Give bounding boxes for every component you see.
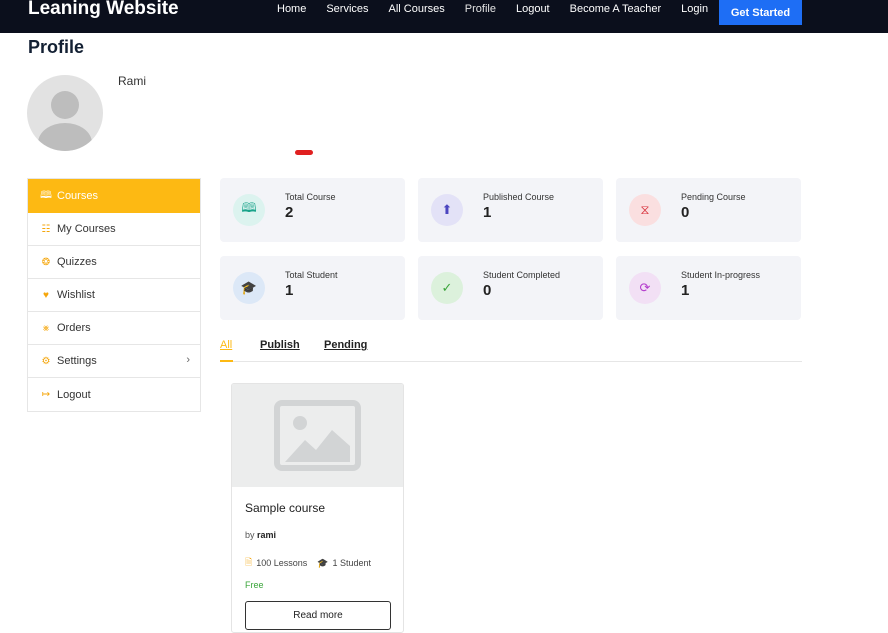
stat-card-published-course: ⬆ Published Course 1 [418,178,603,242]
sidebar-item-label: Quizzes [57,256,97,268]
sidebar-item-label: Orders [57,322,91,334]
stat-value: 0 [681,204,690,221]
course-tabs: All Publish Pending [220,339,802,362]
sidebar-item-courses[interactable]: 🕮 Courses [28,179,200,213]
red-indicator [295,150,313,155]
chevron-right-icon: › [186,354,190,366]
profile-sidebar: 🕮 Courses ☷ My Courses ❂ Quizzes ♥ Wishl… [27,178,201,412]
sidebar-item-settings[interactable]: ⚙ Settings › [28,345,200,378]
gear-icon: ⚙ [41,355,51,367]
sidebar-item-my-courses[interactable]: ☷ My Courses [28,213,200,246]
tab-pending[interactable]: Pending [324,339,367,351]
stat-card-student-in-progress: ⟳ Student In-progress 1 [616,256,801,320]
nav-login[interactable]: Login [681,3,708,15]
sidebar-item-logout[interactable]: ↦ Logout [28,378,200,411]
stat-label: Total Course [285,192,336,202]
sidebar-item-wishlist[interactable]: ♥ Wishlist [28,279,200,312]
stat-label: Student Completed [483,270,561,280]
sidebar-item-label: Courses [57,190,98,202]
progress-icon: ⟳ [629,272,661,304]
page-title: Profile [28,37,85,57]
nav-all-courses[interactable]: All Courses [389,3,445,15]
site-brand[interactable]: Leaning Website [28,0,179,20]
stat-label: Total Student [285,270,338,280]
stat-card-pending-course: ⧖ Pending Course 0 [616,178,801,242]
publish-icon: ⬆ [431,194,463,226]
nav-logout[interactable]: Logout [516,3,550,15]
nav-profile[interactable]: Profile [465,3,496,15]
nav-services[interactable]: Services [326,3,368,15]
image-placeholder-icon [274,400,361,471]
sidebar-item-label: Logout [57,388,91,401]
author-prefix: by [245,530,255,540]
students-icon: 🎓 [317,557,329,568]
completed-icon: ✓ [431,272,463,304]
top-navbar: Leaning Website Home Services All Course… [0,0,888,33]
stat-value: 0 [483,282,492,299]
stat-card-total-course: 🕮 Total Course 2 [220,178,405,242]
author-name[interactable]: rami [257,530,276,540]
avatar [27,75,103,151]
lessons-icon: 🗎 [245,557,253,567]
logout-icon: ↦ [41,389,51,400]
stat-value: 1 [285,282,294,299]
cart-icon: ⨳ [42,322,50,334]
stat-card-student-completed: ✓ Student Completed 0 [418,256,603,320]
students-count: 1 Student [332,558,372,568]
nav-become-teacher[interactable]: Become A Teacher [570,3,662,15]
stat-label: Pending Course [681,192,746,202]
nav-home[interactable]: Home [277,3,306,15]
get-started-button[interactable]: Get Started [719,0,802,25]
sidebar-item-label: My Courses [57,223,116,235]
graduation-cap-icon: 🎓 [233,272,265,304]
sidebar-item-label: Wishlist [57,289,95,301]
avatar-body [38,123,92,151]
course-thumbnail [232,384,403,487]
course-card[interactable]: Sample course by rami 🗎 100 Lessons 🎓 1 … [231,383,404,633]
pending-icon: ⧖ [629,194,661,226]
sidebar-item-label: Settings [57,355,97,367]
tab-publish[interactable]: Publish [260,339,300,351]
sidebar-item-quizzes[interactable]: ❂ Quizzes [28,246,200,279]
stat-label: Student In-progress [681,270,761,280]
tab-all[interactable]: All [220,339,232,351]
course-meta: 🗎 100 Lessons 🎓 1 Student [245,555,371,571]
course-price: Free [245,580,264,590]
course-author: by rami [245,530,276,540]
puzzle-icon: ❂ [41,256,51,268]
course-title[interactable]: Sample course [245,501,325,515]
main-nav: Home Services All Courses Profile Logout… [277,3,728,15]
stat-value: 1 [681,282,690,299]
lessons-count: 100 Lessons [256,558,308,568]
active-tab-indicator [220,360,233,362]
read-more-button[interactable]: Read more [245,601,391,630]
stat-value: 1 [483,204,492,221]
sidebar-item-orders[interactable]: ⨳ Orders [28,312,200,345]
stat-label: Published Course [483,192,555,202]
profile-username: Rami [118,74,147,88]
books-icon: ☷ [41,223,51,235]
stat-card-total-student: 🎓 Total Student 1 [220,256,405,320]
book-open-icon: 🕮 [40,189,52,201]
heart-icon: ♥ [43,289,49,301]
stat-value: 2 [285,204,294,221]
avatar-head [51,91,79,119]
book-icon: 🕮 [233,194,265,226]
